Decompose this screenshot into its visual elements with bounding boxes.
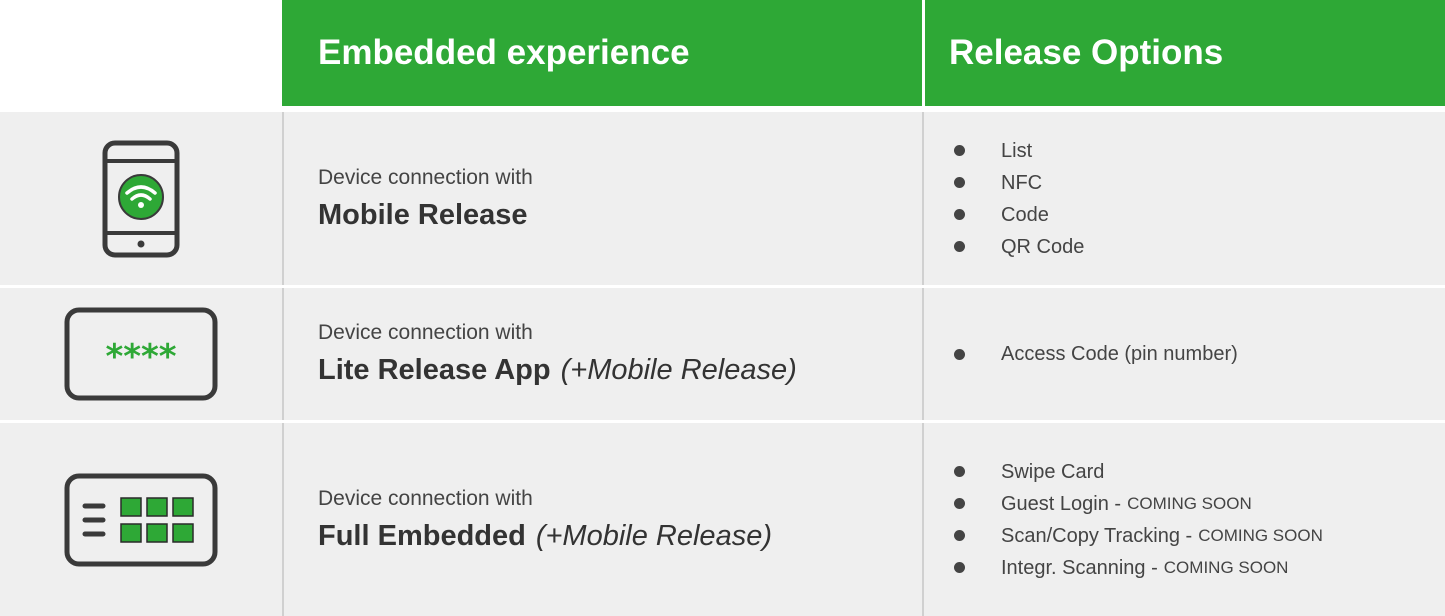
option-label: Access Code (pin number) bbox=[1001, 343, 1238, 365]
description-cell: Device connection with Full Embedded (+Mo… bbox=[282, 423, 922, 616]
row-mobile-release: Device connection with Mobile Release Li… bbox=[0, 112, 1445, 285]
product-title: Full Embedded bbox=[318, 519, 526, 552]
product-suffix: (+Mobile Release) bbox=[535, 519, 772, 552]
list-item: Swipe Card bbox=[954, 456, 1445, 488]
list-item: QR Code bbox=[954, 231, 1445, 263]
option-label: Integr. Scanning - bbox=[1001, 556, 1158, 579]
connection-prefix: Device connection with bbox=[318, 321, 533, 344]
connection-prefix: Device connection with bbox=[318, 486, 533, 510]
description-cell: Device connection with Mobile Release bbox=[282, 112, 922, 285]
options-cell: List NFC Code QR Code bbox=[922, 112, 1445, 285]
bullet bbox=[954, 562, 965, 573]
option-label: Swipe Card bbox=[1001, 460, 1105, 483]
bullet bbox=[954, 145, 965, 156]
header-release-options: Release Options bbox=[925, 0, 1445, 106]
header-embedded-experience: Embedded experience bbox=[282, 0, 922, 106]
list-item: List bbox=[954, 135, 1445, 167]
row-full-embedded: Device connection with Full Embedded (+Mo… bbox=[0, 423, 1445, 616]
bullet bbox=[954, 466, 965, 477]
bullet bbox=[954, 209, 965, 220]
release-options-list: Access Code (pin number) bbox=[954, 338, 1445, 370]
pin-code-screen-icon: **** bbox=[64, 307, 218, 401]
list-item: NFC bbox=[954, 167, 1445, 199]
connection-prefix: Device connection with bbox=[318, 165, 533, 189]
option-label: NFC bbox=[1001, 171, 1043, 194]
pin-asterisks: **** bbox=[105, 337, 176, 377]
coming-soon-note: COMING SOON bbox=[1198, 525, 1323, 545]
product-title: Mobile Release bbox=[318, 198, 528, 231]
list-item: Scan/Copy Tracking - COMING SOON bbox=[954, 520, 1445, 552]
options-cell: Access Code (pin number) bbox=[922, 288, 1445, 420]
product-name: Mobile Release bbox=[318, 195, 922, 235]
release-options-list: List NFC Code QR Code bbox=[954, 135, 1445, 263]
bullet bbox=[954, 348, 965, 360]
product-suffix: (+Mobile Release) bbox=[560, 354, 797, 386]
option-label: Scan/Copy Tracking - bbox=[1001, 524, 1193, 547]
option-label: List bbox=[1001, 139, 1033, 162]
header-embedded-label: Embedded experience bbox=[318, 33, 690, 72]
icon-cell bbox=[0, 423, 282, 616]
product-name: Lite Release App (+Mobile Release) bbox=[318, 350, 922, 390]
option-label: Guest Login - bbox=[1001, 492, 1122, 515]
bullet bbox=[954, 498, 965, 509]
header-release-label: Release Options bbox=[949, 33, 1224, 72]
bullet bbox=[954, 177, 965, 188]
release-options-list: Swipe Card Guest Login - COMING SOON Scan… bbox=[954, 456, 1445, 584]
option-label: Code bbox=[1001, 203, 1049, 226]
coming-soon-note: COMING SOON bbox=[1163, 557, 1289, 577]
smartphone-wifi-icon bbox=[102, 140, 180, 257]
product-name: Full Embedded (+Mobile Release) bbox=[318, 516, 922, 556]
coming-soon-note: COMING SOON bbox=[1127, 493, 1252, 513]
icon-cell: **** bbox=[0, 288, 282, 420]
bullet bbox=[954, 241, 965, 252]
list-item: Code bbox=[954, 199, 1445, 231]
option-label: QR Code bbox=[1001, 235, 1085, 258]
bullet bbox=[954, 530, 965, 541]
embedded-panel-icon bbox=[64, 473, 218, 566]
icon-cell bbox=[0, 112, 282, 285]
row-lite-release-app: **** Device connection with Lite Release… bbox=[0, 288, 1445, 420]
list-item: Guest Login - COMING SOON bbox=[954, 488, 1445, 520]
product-title: Lite Release App bbox=[318, 354, 551, 386]
list-item: Access Code (pin number) bbox=[954, 338, 1445, 370]
list-item: Integr. Scanning - COMING SOON bbox=[954, 552, 1445, 584]
description-cell: Device connection with Lite Release App (… bbox=[282, 288, 922, 420]
options-cell: Swipe Card Guest Login - COMING SOON Scan… bbox=[922, 423, 1445, 616]
